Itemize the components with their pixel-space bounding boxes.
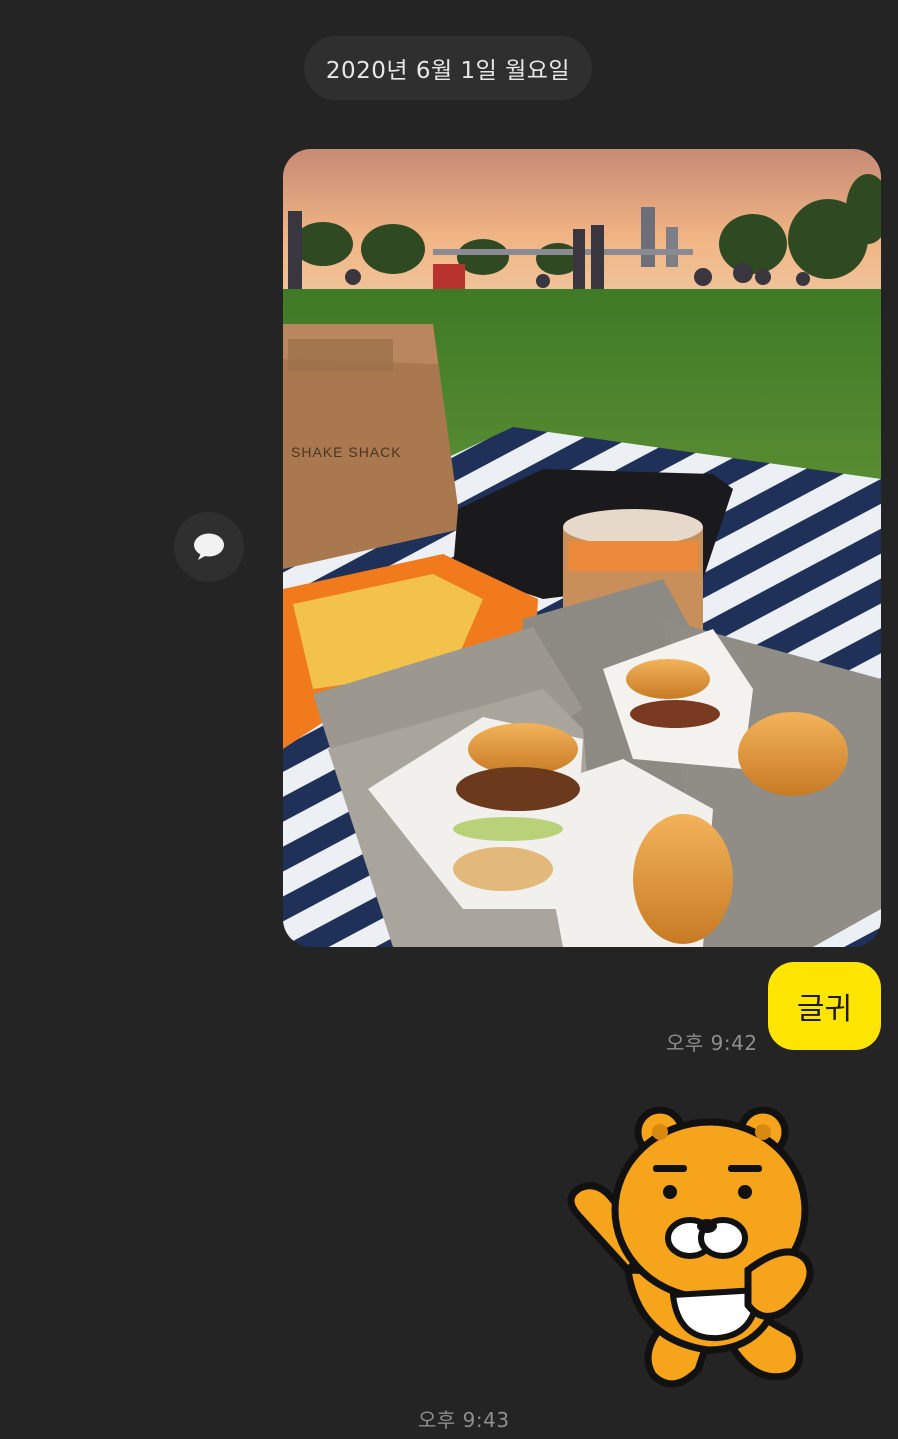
picnic-photo: SHAKE SHACK <box>283 149 881 947</box>
text-message-bubble[interactable]: 글귀 <box>768 962 881 1050</box>
sticker-time: 오후 9:43 <box>418 1408 510 1432</box>
ryan-sticker[interactable] <box>558 1100 828 1400</box>
message-time: 오후 9:42 <box>666 1031 758 1055</box>
photo-message[interactable]: SHAKE SHACK <box>283 149 881 947</box>
ryan-bear-sticker <box>567 1106 814 1388</box>
speech-bubble-icon <box>194 533 224 560</box>
bag-brand-text: SHAKE SHACK <box>291 444 402 460</box>
share-button[interactable] <box>174 512 244 582</box>
date-divider: 2020년 6월 1일 월요일 <box>304 36 592 100</box>
